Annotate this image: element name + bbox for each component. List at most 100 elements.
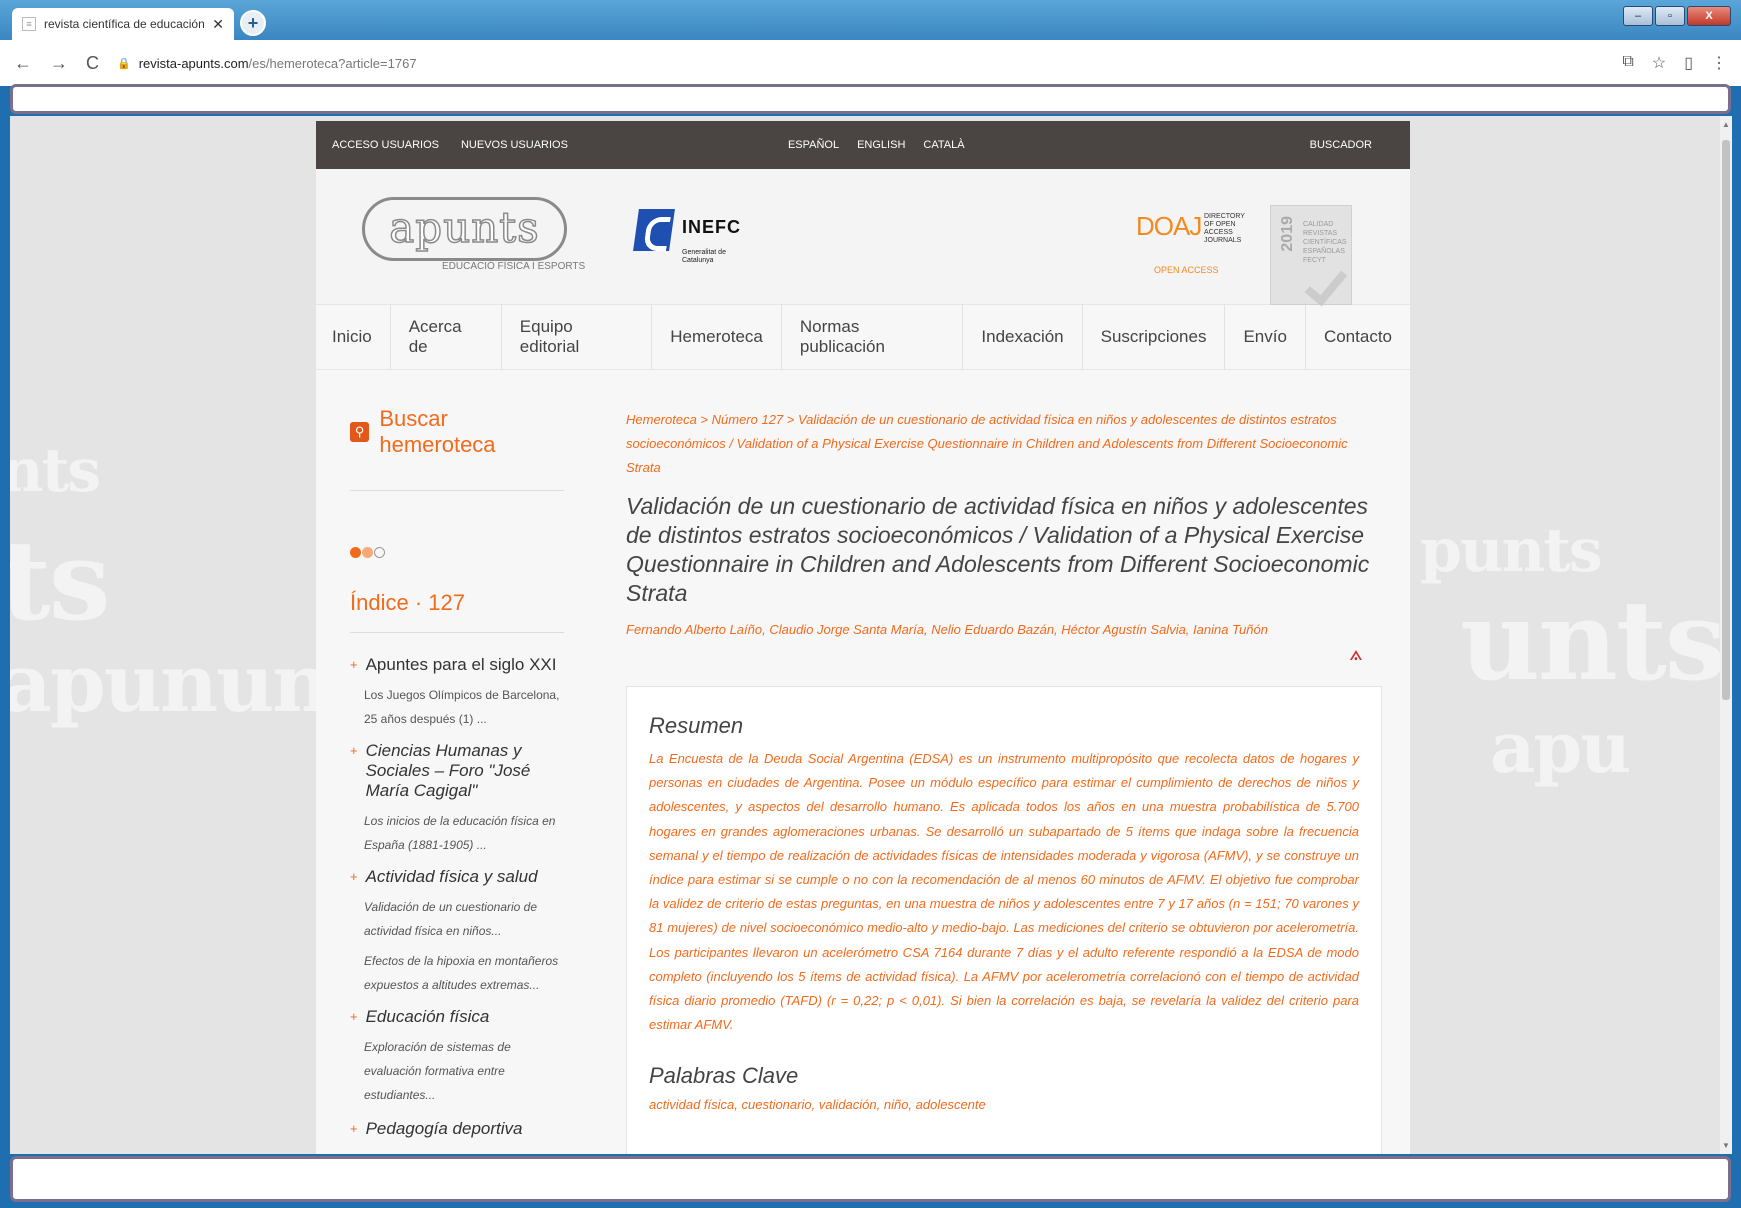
inefc-logo-icon [633, 209, 675, 251]
tab-title: revista científica de educación fís [44, 17, 205, 31]
buscador-link[interactable]: BUSCADOR [1310, 139, 1372, 151]
page-icon: ≡ [22, 17, 36, 31]
nav-normas-publicacion[interactable]: Normas publicación [782, 304, 964, 370]
section-heading[interactable]: + Educación física [350, 1007, 564, 1027]
browser-titlebar: ≡ revista científica de educación fís ✕ … [0, 0, 1741, 40]
reload-icon[interactable]: C [86, 53, 99, 74]
slider-dots [350, 547, 564, 558]
keywords-text: actividad física, cuestionario, validaci… [649, 1097, 986, 1113]
nav-inicio[interactable]: Inicio [316, 304, 391, 370]
nav-contacto[interactable]: Contacto [1306, 304, 1410, 370]
pdf-icon[interactable]: ⟑ [1344, 640, 1368, 670]
slider-dot[interactable] [350, 547, 361, 558]
index-section: + Apuntes para el siglo XXI Los Juegos Ol… [350, 655, 564, 731]
fecyt-label: CALIDAD REVISTAS CIENTÍFICAS ESPAÑOLAS [1303, 221, 1347, 255]
lang-es-link[interactable]: ESPAÑOL [788, 139, 839, 151]
section-title: Educación física [365, 1007, 490, 1026]
page-viewport: nts ts apunun punts unts apu ACCESO USUA… [10, 116, 1720, 1154]
inefc-logo-text: INEFC [682, 217, 741, 237]
highlight-bar-bottom [10, 1156, 1731, 1202]
slider-dot[interactable] [362, 547, 373, 558]
abstract-box: Resumen La Encuesta de la Deuda Social A… [626, 686, 1382, 1154]
top-utility-bar: ACCESO USUARIOS NUEVOS USUARIOS ESPAÑOL … [316, 121, 1410, 169]
restore-button[interactable]: ▫ [1655, 6, 1685, 26]
watermark-logo: unts [1460, 576, 1720, 705]
article-authors[interactable]: Fernando Alberto Laíño, Claudio Jorge Sa… [626, 622, 1374, 637]
star-icon[interactable]: ☆ [1652, 53, 1666, 73]
watermark-logo: apunun [10, 636, 330, 730]
scrollbar-thumb[interactable] [1722, 140, 1730, 700]
site-page: ACCESO USUARIOS NUEVOS USUARIOS ESPAÑOL … [316, 121, 1410, 1154]
section-item[interactable]: Los inicios de la educación física en Es… [364, 809, 564, 857]
apunts-logo[interactable]: apunts [362, 197, 567, 261]
highlight-bar-top [10, 84, 1731, 114]
back-icon[interactable]: ← [14, 53, 32, 74]
nav-indexacion[interactable]: Indexación [963, 304, 1083, 370]
main-navigation: Inicio Acerca de Equipo editorial Hemero… [316, 304, 1410, 370]
menu-icon[interactable]: ⋮ [1711, 53, 1727, 73]
minimize-button[interactable]: – [1623, 6, 1653, 26]
watermark-logo: apu [1490, 706, 1631, 789]
section-item[interactable]: Validación de un cuestionario de activid… [364, 895, 564, 943]
watermark-logo: nts [10, 436, 101, 506]
nav-envio[interactable]: Envío [1225, 304, 1306, 370]
section-title: Pedagogía deportiva [365, 1119, 523, 1138]
fecyt-org: FECYT [1303, 257, 1326, 264]
plus-icon: + [350, 869, 358, 884]
section-title: Actividad física y salud [365, 867, 538, 886]
abstract-heading: Resumen [649, 713, 744, 738]
keywords-heading: Palabras Clave [649, 1063, 799, 1089]
new-users-link[interactable]: NUEVOS USUARIOS [461, 139, 568, 151]
section-heading[interactable]: + Actividad física y salud [350, 867, 564, 887]
section-item[interactable]: Los Juegos Olímpicos de Barcelona, 25 añ… [364, 683, 564, 731]
toolbar-icons: ⧉ ☆ ▯ ⋮ [1622, 53, 1727, 73]
generalitat-text: Generalitat de Catalunya [682, 249, 726, 264]
translate-icon[interactable]: ⧉ [1622, 53, 1633, 73]
new-tab-button[interactable]: + [240, 10, 266, 36]
article-title: Validación de un cuestionario de activid… [626, 493, 1370, 606]
section-heading[interactable]: + Apuntes para el siglo XXI [350, 655, 564, 675]
article: Hemeroteca > Número 127 > Validación de … [626, 408, 1382, 1154]
section-title: Ciencias Humanas y Sociales – Foro "José… [365, 741, 531, 800]
watermark-logo: ts [10, 516, 111, 645]
search-archive-link[interactable]: ⚲ Buscar hemeroteca [350, 406, 564, 458]
doaj-subtitle: DIRECTORY OF OPEN ACCESS JOURNALS [1204, 213, 1245, 244]
index-title: Índice · 127 [350, 590, 465, 615]
section-heading[interactable]: + Pedagogía deportiva [350, 1119, 564, 1139]
lang-ca-link[interactable]: CATALÀ [923, 139, 964, 151]
extension-icon[interactable]: ▯ [1684, 53, 1693, 73]
checkmark-icon [1304, 261, 1348, 307]
section-heading[interactable]: + Ciencias Humanas y Sociales – Foro "Jos… [350, 741, 564, 801]
index-section: + Actividad física y salud Validación de … [350, 867, 564, 997]
nav-equipo-editorial[interactable]: Equipo editorial [502, 304, 653, 370]
breadcrumb[interactable]: Hemeroteca > Número 127 > Validación de … [626, 408, 1374, 480]
fecyt-text: CALIDAD REVISTAS CIENTÍFICAS ESPAÑOLAS FE… [1303, 220, 1351, 265]
close-tab-icon[interactable]: ✕ [212, 16, 224, 33]
plus-icon: + [350, 743, 358, 758]
doaj-logo[interactable]: DOAJ [1136, 211, 1202, 242]
section-item[interactable]: Exploración de sistemas de evaluación fo… [364, 1035, 564, 1107]
divider [350, 632, 564, 633]
close-window-button[interactable]: X [1687, 6, 1731, 26]
index-section: + Pedagogía deportiva [350, 1119, 564, 1139]
slider-dot[interactable] [374, 547, 385, 558]
scrollbar[interactable]: ▲ ▼ [1720, 116, 1732, 1154]
address-bar[interactable]: revista-apunts.com/es/hemeroteca?article… [139, 56, 417, 71]
index-section: + Educación física Exploración de sistema… [350, 1007, 564, 1107]
nav-hemeroteca[interactable]: Hemeroteca [652, 304, 782, 370]
lang-en-link[interactable]: ENGLISH [857, 139, 905, 151]
nav-suscripciones[interactable]: Suscripciones [1083, 304, 1226, 370]
search-archive-label: Buscar hemeroteca [379, 406, 496, 457]
abstract-text: La Encuesta de la Deuda Social Argentina… [649, 751, 1359, 1033]
scroll-down-icon[interactable]: ▼ [1720, 1141, 1732, 1150]
section-item[interactable]: Efectos de la hipoxia en montañeros expu… [364, 949, 564, 997]
scroll-up-icon[interactable]: ▲ [1720, 120, 1732, 129]
plus-icon: + [350, 1121, 358, 1136]
sidebar: ⚲ Buscar hemeroteca Índice · 127 + Apunte… [350, 406, 564, 1139]
plus-icon: + [350, 1009, 358, 1024]
forward-icon[interactable]: → [50, 53, 68, 74]
section-title: Apuntes para el siglo XXI [365, 655, 557, 674]
browser-tab[interactable]: ≡ revista científica de educación fís ✕ [12, 8, 234, 40]
access-users-link[interactable]: ACCESO USUARIOS [332, 139, 439, 151]
nav-acerca-de[interactable]: Acerca de [391, 304, 502, 370]
